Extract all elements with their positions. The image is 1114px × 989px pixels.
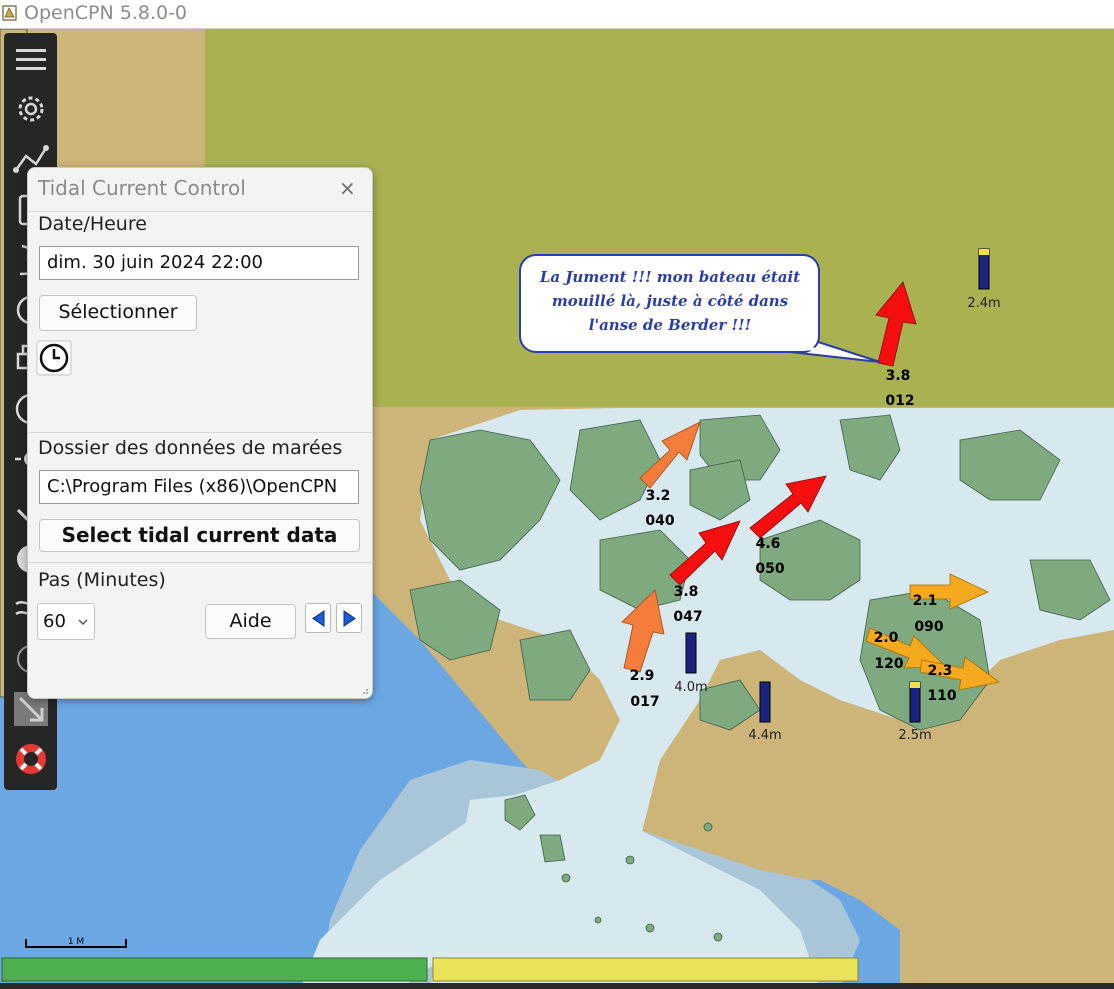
current-direction: 012 [885,393,914,409]
step-minutes-select[interactable]: 60 [37,603,95,640]
tide-data-folder-label: Dossier des données de marées [38,437,343,459]
tide-data-folder-field[interactable]: C:\Program Files (x86)\OpenCPN [39,470,359,504]
date-time-label: Date/Heure [38,213,147,235]
scale-label: 1 M [68,937,84,947]
step-minutes-label: Pas (Minutes) [38,569,166,591]
menu-icon[interactable] [12,41,50,79]
current-direction: 017 [630,694,659,710]
annotation-text-line: mouillé là, juste à côté dans [551,292,789,310]
current-speed: 2.1 [913,593,938,609]
current-direction: 040 [645,513,674,529]
current-speed: 3.2 [646,488,671,504]
opencpn-app-icon [2,5,17,21]
step-back-button[interactable] [305,603,331,633]
close-icon[interactable]: × [339,176,356,200]
settings-icon[interactable] [12,90,50,128]
lifebuoy-icon[interactable] [12,740,50,778]
chevron-down-icon [78,619,88,625]
status-bar-center [432,957,859,982]
dialog-title: Tidal Current Control [38,176,246,200]
step-value: 60 [43,611,66,632]
divider [28,562,372,563]
window-title: OpenCPN 5.8.0-0 [24,2,188,24]
triangle-left-icon [312,610,325,627]
current-speed: 2.0 [874,630,899,646]
current-speed: 2.9 [630,668,655,684]
current-direction: 090 [914,619,943,635]
current-speed: 3.8 [674,584,699,600]
annotation-text-line: l'anse de Berder !!! [588,316,752,334]
divider [28,211,372,212]
divider [28,432,372,433]
date-time-field[interactable]: dim. 30 juin 2024 22:00 [39,246,359,280]
tidal-current-control-dialog: Tidal Current Control × Date/Heure dim. … [27,167,373,699]
step-forward-button[interactable] [336,603,362,633]
current-speed: 4.6 [756,536,781,552]
help-button[interactable]: Aide [205,604,296,639]
tide-height: 4.4m [748,728,781,743]
current-direction: 047 [673,609,702,625]
clock-icon[interactable] [36,340,72,376]
current-direction: 120 [874,656,903,672]
current-speed: 2.3 [928,663,953,679]
status-bar-left [1,957,428,982]
triangle-right-icon [343,610,356,627]
current-direction: 050 [755,561,784,577]
status-bar-bottom-edge [0,983,1114,989]
current-direction: 110 [927,688,956,704]
tide-height: 4.0m [674,680,707,695]
tide-height: 2.4m [967,296,1000,311]
select-date-button[interactable]: Sélectionner [39,295,197,331]
title-bar: OpenCPN 5.8.0-0 [0,0,1114,29]
current-speed: 3.8 [886,368,911,384]
tide-height: 2.5m [898,728,931,743]
annotation-text-line: La Jument !!! mon bateau était [539,268,801,286]
select-tidal-data-button[interactable]: Select tidal current data [39,519,360,552]
resize-grip-icon[interactable] [360,686,369,695]
